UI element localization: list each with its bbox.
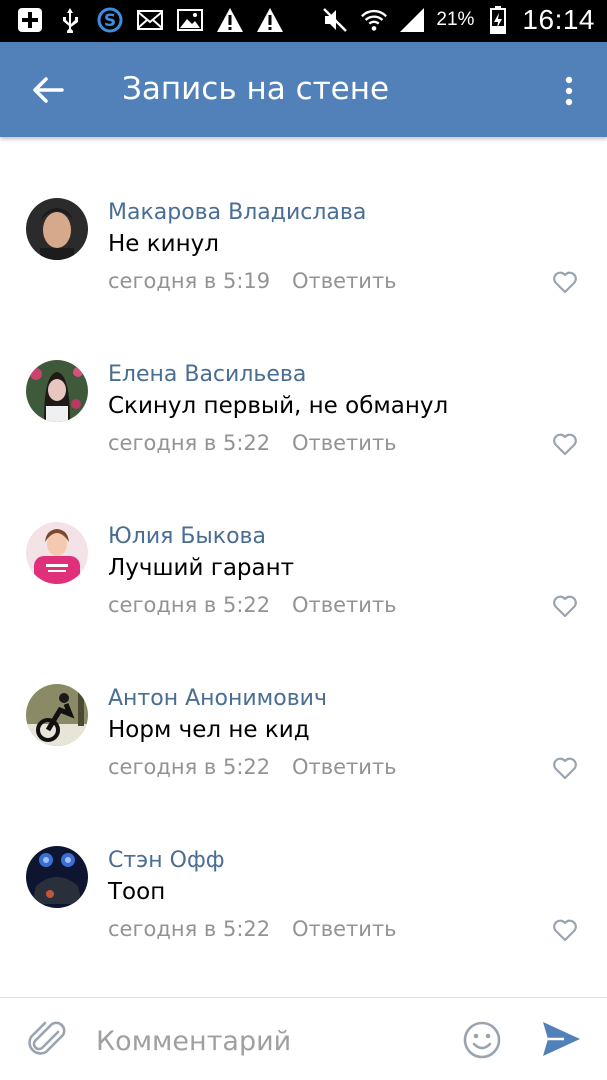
comment-author[interactable]: Стэн Офф [108,848,225,873]
status-bar: S 21% 16:14 [0,0,607,42]
skype-icon: S [96,6,124,34]
comment-item: Елена Васильева Скинул первый, не обману… [0,360,607,510]
heart-icon[interactable] [551,268,579,296]
reply-button[interactable]: Ответить [292,269,397,293]
comment-item: Стэн Офф Тооп сегодня в 5:22 Ответить [0,846,607,996]
comment-input-bar [0,998,607,1080]
comment-time: сегодня в 5:22 [108,431,271,455]
paperclip-icon[interactable] [28,1018,68,1060]
comment-author[interactable]: Елена Васильева [108,362,306,387]
comment-item: Макарова Владислава Не кинул сегодня в 5… [0,198,607,348]
page-title: Запись на стене [122,71,390,107]
heart-icon[interactable] [551,592,579,620]
add-icon [16,6,44,34]
avatar[interactable] [26,522,88,584]
reply-button[interactable]: Ответить [292,431,397,455]
comment-author[interactable]: Антон Анонимович [108,686,327,711]
heart-icon[interactable] [551,916,579,944]
comment-item: Антон Анонимович Норм чел не кид сегодня… [0,684,607,834]
mail-icon [136,6,164,34]
wifi-icon [360,6,388,34]
heart-icon[interactable] [551,430,579,458]
comment-author[interactable]: Макарова Владислава [108,200,366,225]
signal-icon [398,6,426,34]
app-bar: Запись на стене [0,42,607,137]
mute-icon [322,6,350,34]
usb-icon [56,6,84,34]
notification-icons: S [16,6,284,34]
comment-time: сегодня в 5:22 [108,917,271,941]
comment-text: Тооп [108,879,166,905]
avatar[interactable] [26,846,88,908]
avatar[interactable] [26,198,88,260]
arrow-left-icon [33,77,64,103]
svg-text:S: S [104,11,116,31]
comment-text: Норм чел не кид [108,717,310,743]
heart-icon[interactable] [551,754,579,782]
comment-text: Не кинул [108,231,219,257]
back-button[interactable] [22,64,74,116]
reply-button[interactable]: Ответить [292,755,397,779]
comment-text: Лучший гарант [108,555,295,581]
more-vertical-icon [565,76,573,106]
warning-icon [256,6,284,34]
warning-icon [216,6,244,34]
send-icon[interactable] [540,1018,582,1060]
comment-item: Юлия Быкова Лучший гарант сегодня в 5:22… [0,522,607,672]
system-icons: 21% 16:14 [322,4,595,36]
reply-button[interactable]: Ответить [292,593,397,617]
reply-button[interactable]: Ответить [292,917,397,941]
gallery-icon [176,6,204,34]
comment-text: Скинул первый, не обманул [108,393,449,419]
clock: 16:14 [522,4,595,35]
battery-percent: 21% [436,9,475,30]
emoji-icon[interactable] [462,1020,502,1060]
comment-time: сегодня в 5:22 [108,593,271,617]
avatar[interactable] [26,360,88,422]
more-options-button[interactable] [549,66,589,116]
comment-time: сегодня в 5:19 [108,269,271,293]
comment-time: сегодня в 5:22 [108,755,271,779]
comment-input[interactable] [94,1018,438,1064]
battery-charging-icon [484,6,512,34]
avatar[interactable] [26,684,88,746]
comment-author[interactable]: Юлия Быкова [108,524,266,549]
